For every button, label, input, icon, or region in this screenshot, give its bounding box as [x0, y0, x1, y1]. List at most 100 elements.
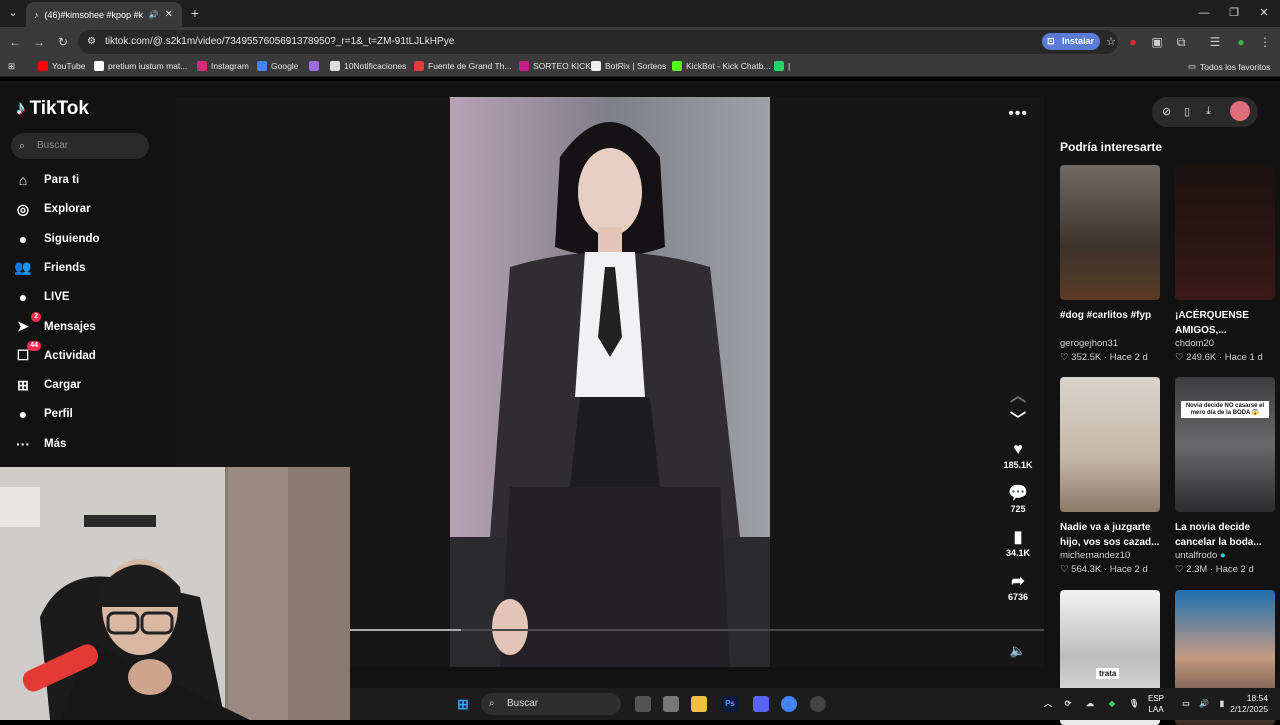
sidebar-item-m-s[interactable]: ··· Más [14, 435, 66, 453]
language-indicator[interactable]: ESP LAA [1148, 693, 1164, 715]
mic-icon[interactable]: 🎙 [1126, 696, 1142, 712]
back-icon[interactable]: ← [8, 35, 22, 49]
video-description[interactable]: La novia decide cancelar la boda... [1175, 520, 1275, 550]
windows-start-icon[interactable]: ⊞ [455, 696, 471, 712]
author-name[interactable]: michernandez10 [1060, 550, 1160, 561]
bookmark-item[interactable]: 10Notificaciones [330, 61, 406, 71]
sidebar-item-para-ti[interactable]: ⌂ Para ti [14, 171, 79, 189]
coin-icon[interactable]: ⊘ [1162, 105, 1171, 118]
comment-button[interactable]: 💬 725 [1000, 484, 1036, 514]
install-button[interactable]: ⊡ Instalar [1041, 33, 1100, 50]
recommendation-card[interactable]: ¡ACÉRQUENSE AMIGOS,... chdom20 ♡ 249.6K · … [1175, 165, 1275, 363]
previous-video-icon[interactable]: ︿ [1000, 387, 1036, 407]
next-video-icon[interactable]: ﹀ [1000, 411, 1036, 431]
bookmark-label: | [788, 61, 791, 71]
download-icon[interactable]: ⤓ [1206, 105, 1211, 118]
video-thumbnail[interactable] [1060, 165, 1160, 300]
user-avatar-icon[interactable] [1230, 101, 1250, 121]
tab-close-icon[interactable]: ✕ [164, 9, 172, 20]
app-icon[interactable] [663, 696, 679, 712]
device-icon[interactable]: ▯ [1184, 105, 1190, 118]
battery-icon[interactable]: ▮ [1214, 696, 1230, 712]
close-window-icon[interactable]: ✕ [1257, 6, 1271, 20]
network-icon[interactable]: ▭ [1178, 696, 1194, 712]
photoshop-icon[interactable]: Ps [722, 696, 738, 712]
audio-icon[interactable]: 🔊 [149, 10, 159, 19]
chrome-icon[interactable] [781, 696, 797, 712]
extensions-puzzle-icon[interactable]: ⧉ [1174, 35, 1188, 49]
speaker-icon[interactable]: 🔊 [1196, 696, 1212, 712]
bookmark-item[interactable]: Instagram [197, 61, 249, 71]
file-explorer-icon[interactable] [691, 696, 707, 712]
recommendation-card[interactable]: #dog #carlitos #fyp gerogejhon31 ♡ 352.5K … [1060, 165, 1160, 363]
recommendations-panel: ⊘ ▯ ⤓ Podría interesarte #dog #carlitos … [1044, 81, 1280, 725]
clock[interactable]: 18:54 2/12/2025 [1230, 693, 1268, 715]
browser-menu-icon[interactable]: ⋮ [1258, 35, 1272, 49]
video-thumbnail[interactable] [1060, 377, 1160, 512]
sidebar-item-live[interactable]: ● LIVE [14, 288, 70, 306]
address-bar[interactable]: ⚙ tiktok.com/@.s2k1m/video/7349557605691… [78, 30, 1118, 54]
forward-icon[interactable]: → [32, 35, 46, 49]
volume-icon[interactable]: 🔈 [1000, 641, 1036, 661]
sidebar-item-mensajes[interactable]: ➤ 2 Mensajes [14, 311, 96, 336]
sidebar-item-friends[interactable]: 👥 Friends [14, 259, 85, 277]
search-input[interactable]: ⌕ Buscar [11, 133, 149, 159]
apps-grid-icon[interactable]: ⊞ [8, 61, 15, 72]
video-frame[interactable] [450, 97, 770, 667]
bookmark-item[interactable]: Fuente de Grand Th... [414, 61, 511, 71]
reading-list-icon[interactable]: ☰ [1208, 35, 1222, 49]
tray-icon-1[interactable]: ⟳ [1060, 696, 1076, 712]
share-icon: ➦ [1011, 573, 1025, 590]
video-thumbnail[interactable] [1175, 165, 1275, 300]
video-description[interactable]: #dog #carlitos #fyp [1060, 308, 1160, 338]
bookmark-item[interactable]: pretium iustum mat... [94, 61, 187, 71]
new-tab-button[interactable]: + [188, 6, 202, 20]
reload-icon[interactable]: ↻ [56, 35, 70, 49]
sidebar-item-siguiendo[interactable]: ● Siguiendo [14, 230, 100, 248]
save-button[interactable]: ▮ 34.1K [1000, 528, 1036, 558]
tab-active[interactable]: ♪ (46)#kimsohee #kpop #kpo 🔊 ✕ [26, 2, 182, 27]
sidebar-item-actividad[interactable]: ☐ 44 Actividad [14, 340, 96, 365]
sidebar-item-cargar[interactable]: ⊞ Cargar [14, 376, 81, 394]
minimize-icon[interactable]: — [1197, 6, 1211, 20]
separator: · [1216, 352, 1225, 363]
like-button[interactable]: ♥ 185.1K [1000, 440, 1036, 470]
taskbar-search[interactable]: ⌕ Buscar [481, 693, 621, 715]
video-thumbnail[interactable]: Novia decide NO casarse el mero día de l… [1175, 377, 1275, 512]
bookmark-item[interactable]: YouTube [38, 61, 85, 71]
more-options-icon[interactable]: ••• [1008, 105, 1028, 123]
extension-icon[interactable]: ▣ [1150, 35, 1164, 49]
recommendation-card[interactable]: Novia decide NO casarse el mero día de l… [1175, 377, 1275, 575]
tiktok-logo[interactable]: ♪ TikTok [16, 98, 89, 120]
app-icon-2[interactable] [810, 696, 826, 712]
task-view-icon[interactable] [635, 696, 651, 712]
video-description[interactable]: Nadie va a juzgarte hijo, vos sos cazad.… [1060, 520, 1160, 550]
bookmark-item[interactable]: Google [257, 61, 298, 71]
recommendation-card[interactable]: Nadie va a juzgarte hijo, vos sos cazad.… [1060, 377, 1160, 575]
bookmark-item[interactable]: | [774, 61, 790, 71]
author-name[interactable]: chdom20 [1175, 338, 1275, 349]
cloud-icon[interactable]: ☁ [1082, 696, 1098, 712]
tab-search-icon[interactable]: ⌄ [6, 6, 20, 20]
bookmark-item[interactable]: BotRix | Sorteos [591, 61, 666, 71]
profile-avatar-icon[interactable]: ● [1234, 35, 1248, 49]
separator: · [1101, 352, 1110, 363]
bookmark-item[interactable] [309, 61, 323, 71]
sidebar-item-explorar[interactable]: ◎ Explorar [14, 200, 91, 218]
sidebar-item-perfil[interactable]: ● Perfil [14, 405, 73, 423]
tray-chevron-icon[interactable]: ︿ [1040, 696, 1056, 712]
bookmark-star-icon[interactable]: ☆ [1106, 30, 1116, 54]
video-description[interactable]: ¡ACÉRQUENSE AMIGOS,... [1175, 308, 1275, 338]
all-bookmarks[interactable]: ▭ Todos los favoritos [1188, 61, 1270, 72]
tray-icon-2[interactable]: ◆ [1104, 696, 1120, 712]
progress-bar[interactable] [350, 629, 1044, 631]
bookmark-item[interactable]: SORTEO KICK [519, 61, 591, 71]
extension-red-icon[interactable]: ● [1126, 35, 1140, 49]
author-name[interactable]: untalfrodo ● [1175, 550, 1275, 561]
share-button[interactable]: ➦ 6736 [1000, 572, 1036, 602]
site-info-icon[interactable]: ⚙ [87, 30, 96, 54]
discord-icon[interactable] [753, 696, 769, 712]
restore-icon[interactable]: ❐ [1227, 6, 1241, 20]
author-name[interactable]: gerogejhon31 [1060, 338, 1160, 349]
bookmark-item[interactable]: KickBot - Kick Chatb... [672, 61, 771, 71]
